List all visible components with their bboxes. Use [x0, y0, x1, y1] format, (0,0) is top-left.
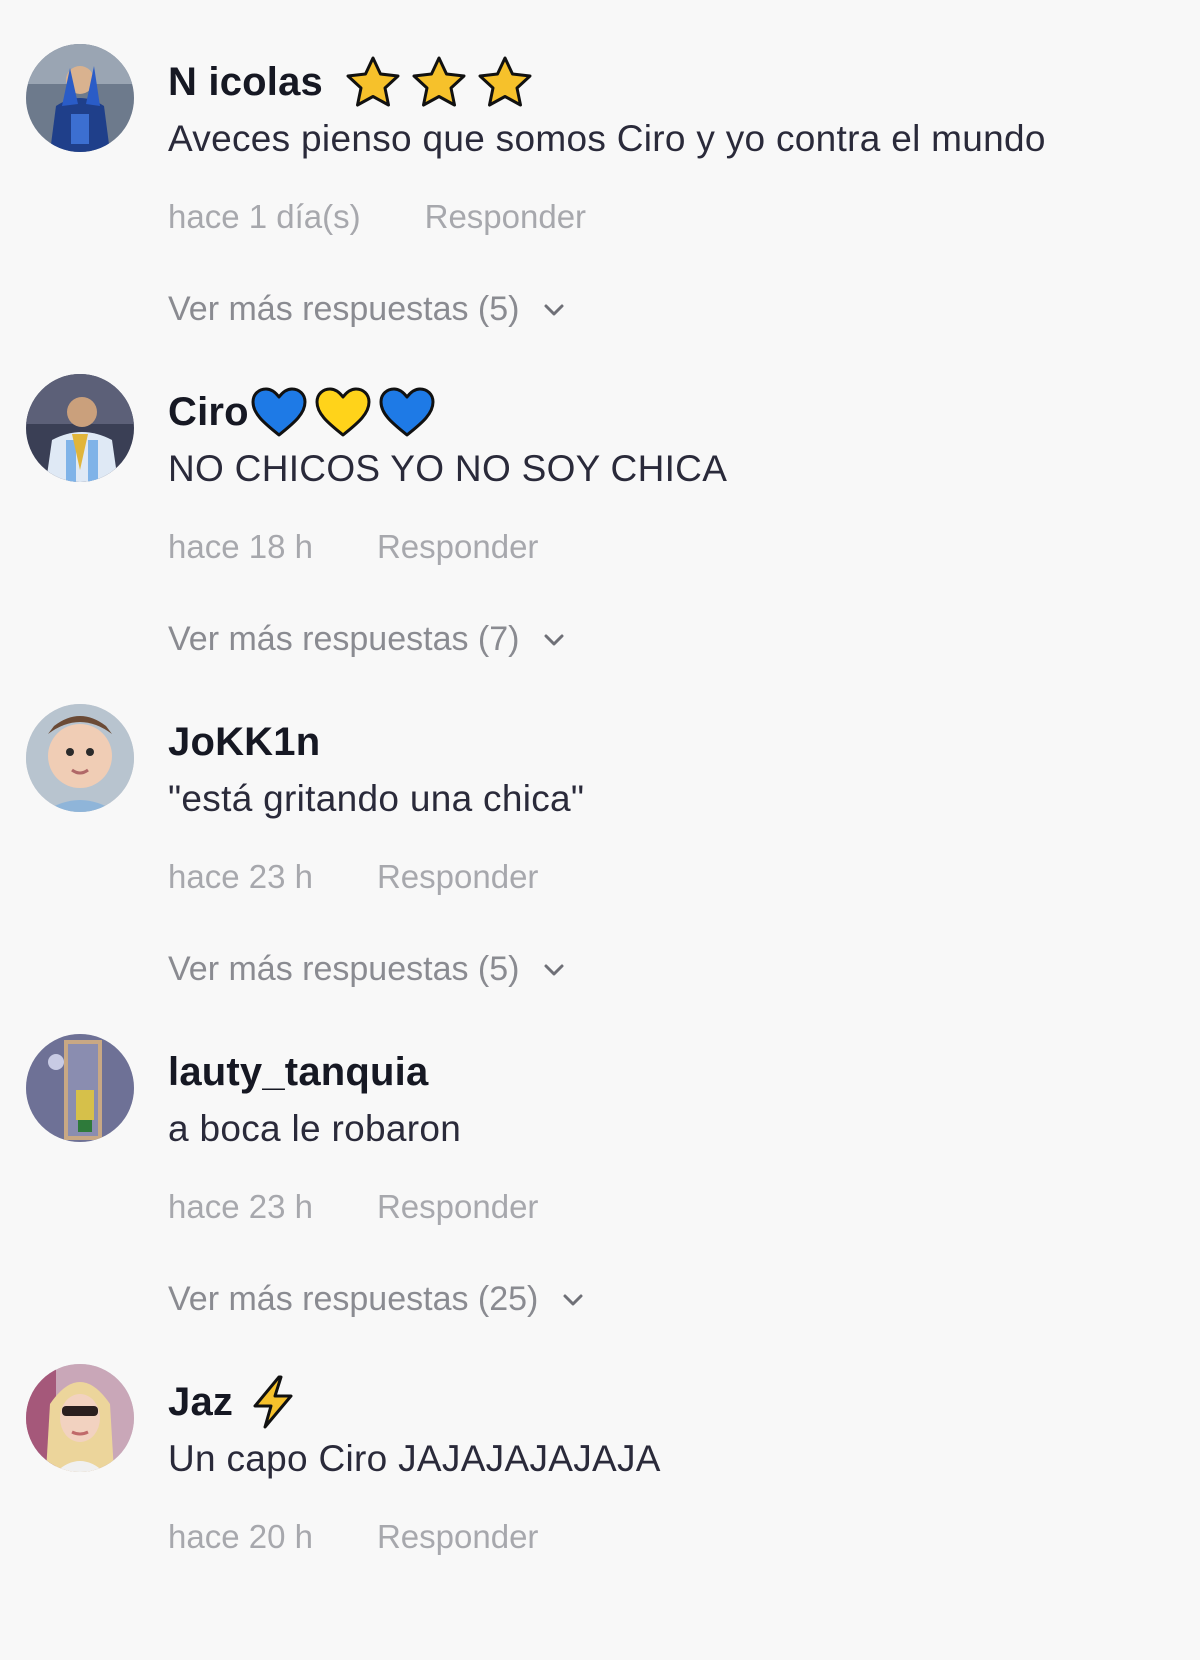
- reply-button[interactable]: Responder: [377, 1188, 538, 1226]
- comment-timestamp: hace 18 h: [168, 528, 313, 565]
- comment-item: Ciro NO CHICOS YO NO SOY CHICA hace 18 h…: [0, 330, 1200, 670]
- chevron-down-icon: [560, 1287, 586, 1313]
- comment-item: N icolas Aveces pienso que somos Ciro y …: [0, 0, 1200, 340]
- yellow-heart-icon: [315, 387, 371, 437]
- comment-text: "está gritando una chica": [168, 778, 585, 819]
- comment-item: Jaz Un capo Ciro JAJAJAJAJAJA hace 20 h …: [0, 1320, 1200, 1660]
- view-more-replies-button[interactable]: Ver más respuestas (5): [168, 950, 567, 989]
- comment-meta: hace 23 h Responder: [168, 858, 538, 896]
- view-more-replies-label: Ver más respuestas (7): [168, 620, 520, 658]
- comment-text: a boca le robaron: [168, 1108, 462, 1149]
- comment-timestamp: hace 20 h: [168, 1518, 313, 1555]
- chevron-down-icon: [541, 627, 567, 653]
- reply-button[interactable]: Responder: [377, 1518, 538, 1556]
- reply-button[interactable]: Responder: [425, 198, 586, 236]
- comment-timestamp: hace 1 día(s): [168, 198, 361, 235]
- comment-text: Aveces pienso que somos Ciro y yo contra…: [168, 118, 1046, 159]
- comment-item: lauty_tanquia a boca le robaron hace 23 …: [0, 990, 1200, 1330]
- comment-username[interactable]: lauty_tanquia: [168, 1046, 428, 1098]
- comment-username[interactable]: N icolas: [168, 56, 535, 108]
- view-more-replies-button[interactable]: Ver más respuestas (5): [168, 290, 567, 329]
- reply-button[interactable]: Responder: [377, 528, 538, 566]
- avatar[interactable]: [26, 1034, 134, 1142]
- avatar[interactable]: [26, 374, 134, 482]
- username-text: N icolas: [168, 59, 323, 104]
- blue-heart-icon: [379, 387, 435, 437]
- comment-text: Un capo Ciro JAJAJAJAJAJA: [168, 1438, 661, 1479]
- view-more-replies-button[interactable]: Ver más respuestas (25): [168, 1280, 586, 1319]
- reply-button[interactable]: Responder: [377, 858, 538, 896]
- view-more-replies-label: Ver más respuestas (5): [168, 290, 520, 328]
- avatar[interactable]: [26, 1364, 134, 1472]
- chevron-down-icon: [541, 297, 567, 323]
- star-icon: [346, 56, 400, 107]
- comment-list: N icolas Aveces pienso que somos Ciro y …: [0, 0, 1200, 1618]
- view-more-replies-button[interactable]: Ver más respuestas (7): [168, 620, 567, 659]
- comment-text: NO CHICOS YO NO SOY CHICA: [168, 448, 728, 489]
- comment-timestamp: hace 23 h: [168, 1188, 313, 1225]
- comment-username[interactable]: JoKK1n: [168, 716, 320, 768]
- star-icon: [412, 56, 466, 107]
- view-more-replies-label: Ver más respuestas (5): [168, 950, 520, 988]
- username-text: Jaz: [168, 1379, 234, 1424]
- view-more-replies-label: Ver más respuestas (25): [168, 1280, 539, 1318]
- lightning-icon: [253, 1375, 293, 1429]
- comment-item: JoKK1n "está gritando una chica" hace 23…: [0, 660, 1200, 1000]
- username-text: lauty_tanquia: [168, 1049, 429, 1094]
- comment-meta: hace 18 h Responder: [168, 528, 538, 566]
- avatar[interactable]: [26, 704, 134, 812]
- username-text: JoKK1n: [168, 719, 321, 764]
- comment-timestamp: hace 23 h: [168, 858, 313, 895]
- chevron-down-icon: [541, 957, 567, 983]
- star-icon: [478, 56, 532, 107]
- blue-heart-icon: [251, 387, 307, 437]
- avatar[interactable]: [26, 44, 134, 152]
- comment-meta: hace 1 día(s) Responder: [168, 198, 586, 236]
- comment-username[interactable]: Ciro: [168, 386, 437, 438]
- username-text: Ciro: [168, 389, 249, 434]
- comment-username[interactable]: Jaz: [168, 1375, 299, 1429]
- comment-meta: hace 23 h Responder: [168, 1188, 538, 1226]
- comment-meta: hace 20 h Responder: [168, 1518, 538, 1556]
